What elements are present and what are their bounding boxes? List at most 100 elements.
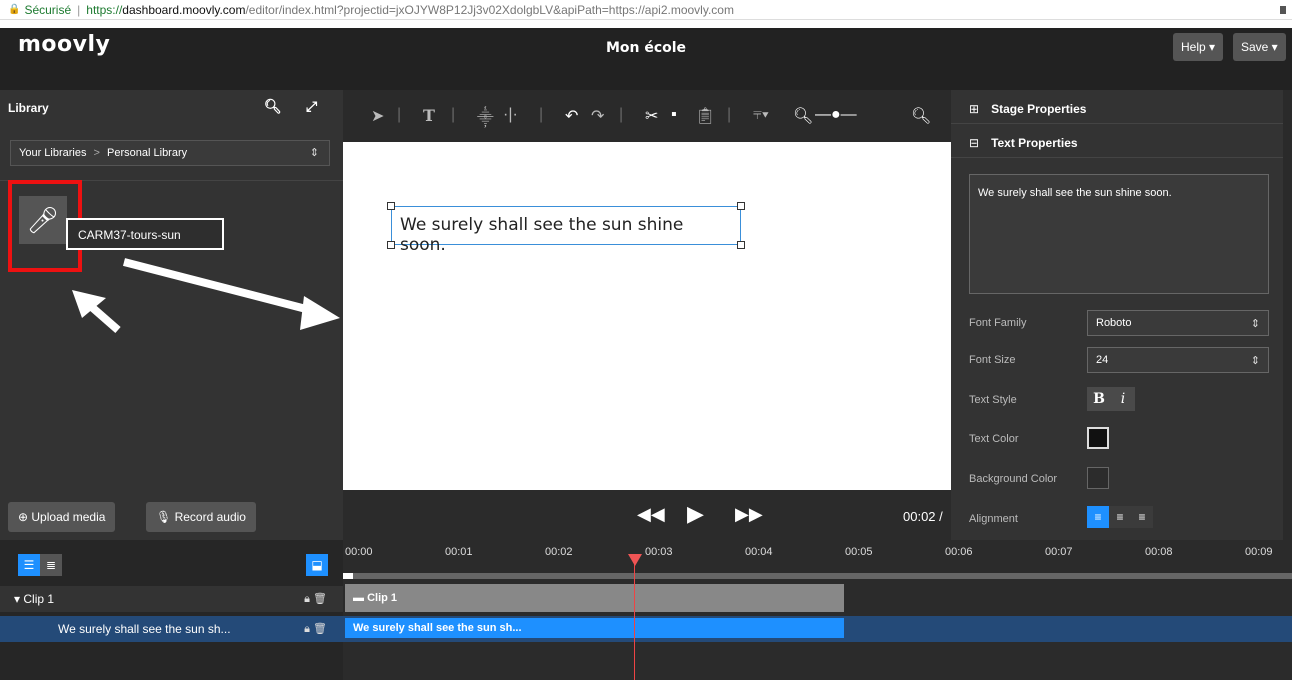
expand-icon[interactable]: ⤢ — [306, 98, 317, 115]
ruler-tick: 00:03 — [645, 546, 673, 558]
record-audio-button[interactable]: 🎙︎ Record audio — [146, 502, 256, 532]
select-chevron-icon: ⇕ — [309, 147, 319, 159]
trash-icon[interactable]: 🗑︎ — [313, 623, 327, 635]
background-color-swatch[interactable] — [1087, 467, 1109, 489]
bold-button[interactable]: B — [1087, 387, 1111, 411]
compact-view-icon[interactable]: ≣ — [40, 554, 62, 576]
url-host: dashboard.moovly.com — [122, 2, 246, 17]
resize-handle[interactable] — [737, 202, 745, 210]
ruler-tick: 00:04 — [745, 546, 773, 558]
toolbar-separator: | — [451, 106, 456, 123]
clip-bar[interactable]: ▬ Clip 1 — [345, 584, 844, 612]
browser-menu-icon[interactable] — [1280, 6, 1286, 14]
stage-canvas[interactable]: We surely shall see the sun shine soon. — [343, 142, 951, 490]
editor-toolbar: ➤ | T | ⸎ ·|· | ↶ ↷ | ✂ ▪ 📋︎ | ⫧▾ 🔍︎ —●—… — [343, 90, 951, 142]
ruler-start-marker — [343, 573, 353, 579]
background-color-row: Background Color — [969, 466, 1269, 492]
font-size-select[interactable]: 24 ⇕ — [1087, 347, 1269, 373]
align-left-icon[interactable]: ≡ — [1087, 506, 1109, 528]
copy-icon[interactable]: ▪ — [671, 106, 677, 124]
resize-handle[interactable] — [387, 241, 395, 249]
alignment-label: Alignment — [969, 513, 1018, 525]
distribute-vertical-icon[interactable]: ⸎ — [477, 106, 494, 128]
url-separator: | — [77, 2, 81, 17]
redo-icon[interactable]: ↷ — [591, 106, 604, 126]
background-color-label: Background Color — [969, 473, 1058, 485]
playhead-line[interactable] — [634, 556, 635, 680]
url-protocol: https:// — [86, 2, 123, 17]
rewind-icon[interactable]: ◀◀ — [637, 504, 665, 525]
select-pointer-icon[interactable]: ➤ — [371, 106, 384, 126]
font-family-value: Roboto — [1096, 317, 1132, 329]
list-view-icon[interactable]: ☰ — [18, 554, 40, 576]
playhead-marker[interactable] — [628, 554, 642, 566]
text-tool-icon[interactable]: T — [423, 106, 435, 125]
fast-forward-icon[interactable]: ▶▶ — [735, 504, 763, 525]
zoom-slider[interactable]: —●— — [815, 106, 857, 124]
expand-plus-icon: ⊞ — [969, 102, 980, 116]
text-properties-section[interactable]: ⊟ Text Properties — [951, 124, 1283, 158]
zoom-in-icon[interactable]: 🔍︎ — [911, 106, 931, 126]
library-panel: Library 🔍︎ ⤢ Your Libraries > Personal L… — [0, 90, 343, 540]
font-family-row: Font Family Roboto ⇕ — [969, 310, 1269, 336]
text-color-swatch[interactable] — [1087, 427, 1109, 449]
browser-address-bar[interactable]: 🔒 Sécurisé | https:// dashboard.moovly.c… — [0, 0, 1292, 20]
add-clip-icon[interactable]: ⬓ — [306, 554, 328, 576]
project-title[interactable]: Mon école — [0, 40, 1292, 56]
alignment-row: Alignment ≡ ≡ ≡ — [969, 506, 1269, 532]
toolbar-separator: | — [539, 106, 544, 123]
undo-icon[interactable]: ↶ — [565, 106, 578, 126]
timeline-row-text[interactable]: We surely shall see the sun sh... 🔒︎ 🗑︎ — [0, 616, 343, 642]
text-content-input[interactable]: We surely shall see the sun shine soon. — [969, 174, 1269, 294]
caret-down-icon[interactable]: ▾ — [14, 592, 23, 606]
ruler-tick: 00:06 — [945, 546, 973, 558]
url-path: /editor/index.html?projectid=jxOJYW8P12J… — [245, 2, 734, 17]
text-properties-label: Text Properties — [991, 136, 1078, 150]
italic-button[interactable]: i — [1111, 387, 1135, 411]
canvas-text-object[interactable]: We surely shall see the sun shine soon. — [391, 206, 741, 255]
lock-icon[interactable]: 🔒︎ — [304, 593, 310, 605]
upload-media-button[interactable]: ⊕ Upload media — [8, 502, 116, 532]
library-breadcrumb[interactable]: Your Libraries > Personal Library ⇕ — [10, 140, 330, 166]
properties-panel: ⊞ Stage Properties ⊟ Text Properties We su… — [951, 90, 1283, 540]
text-bar[interactable]: We surely shall see the sun sh... — [345, 618, 844, 638]
microphone-icon: 🎙︎ — [156, 510, 175, 524]
zoom-out-icon[interactable]: 🔍︎ — [793, 106, 813, 126]
help-button[interactable]: Help ▾ — [1173, 33, 1224, 61]
timeline-ruler[interactable]: 00:00 00:01 00:02 00:03 00:04 00:05 00:0… — [343, 540, 1292, 579]
resize-handle[interactable] — [737, 241, 745, 249]
lock-icon[interactable]: 🔒︎ — [304, 623, 310, 635]
font-size-value: 24 — [1096, 354, 1109, 366]
cut-icon[interactable]: ✂ — [645, 106, 658, 126]
ruler-tick: 00:05 — [845, 546, 873, 558]
play-icon[interactable]: ▶ — [687, 501, 704, 527]
breadcrumb-root[interactable]: Your Libraries — [19, 147, 86, 159]
font-family-label: Font Family — [969, 317, 1027, 329]
media-name-tooltip: CARM37-tours-sun — [66, 218, 224, 250]
save-button[interactable]: Save ▾ — [1233, 33, 1286, 61]
breadcrumb-chevron-icon: > — [93, 147, 100, 159]
resize-handle[interactable] — [387, 202, 395, 210]
timeline-row-clip[interactable]: ▾ Clip 1 🔒︎ 🗑︎ — [0, 586, 343, 612]
toolbar-separator: | — [727, 106, 732, 123]
align-center-icon[interactable]: ≡ — [1109, 506, 1131, 528]
paste-icon[interactable]: 📋︎ — [695, 106, 715, 126]
font-size-label: Font Size — [969, 354, 1016, 366]
breadcrumb-current: Personal Library — [107, 147, 188, 159]
font-family-select[interactable]: Roboto ⇕ — [1087, 310, 1269, 336]
stage-properties-section[interactable]: ⊞ Stage Properties — [951, 90, 1283, 124]
search-icon[interactable]: 🔍︎ — [264, 98, 282, 115]
text-color-row: Text Color — [969, 426, 1269, 452]
align-right-icon[interactable]: ≡ — [1131, 506, 1153, 528]
playback-time: 00:02 / — [903, 509, 943, 524]
align-objects-icon[interactable]: ⫧▾ — [753, 106, 769, 124]
collapse-minus-icon: ⊟ — [969, 136, 980, 150]
library-header: Library 🔍︎ ⤢ — [0, 90, 343, 126]
distribute-horizontal-icon[interactable]: ·|· — [503, 106, 518, 124]
ruler-tick: 00:07 — [1045, 546, 1073, 558]
trash-icon[interactable]: 🗑︎ — [313, 593, 327, 605]
font-size-row: Font Size 24 ⇕ — [969, 347, 1269, 373]
properties-scrollbar[interactable] — [1283, 90, 1292, 540]
select-chevron-icon: ⇕ — [1250, 318, 1260, 330]
ruler-track — [343, 573, 1292, 579]
